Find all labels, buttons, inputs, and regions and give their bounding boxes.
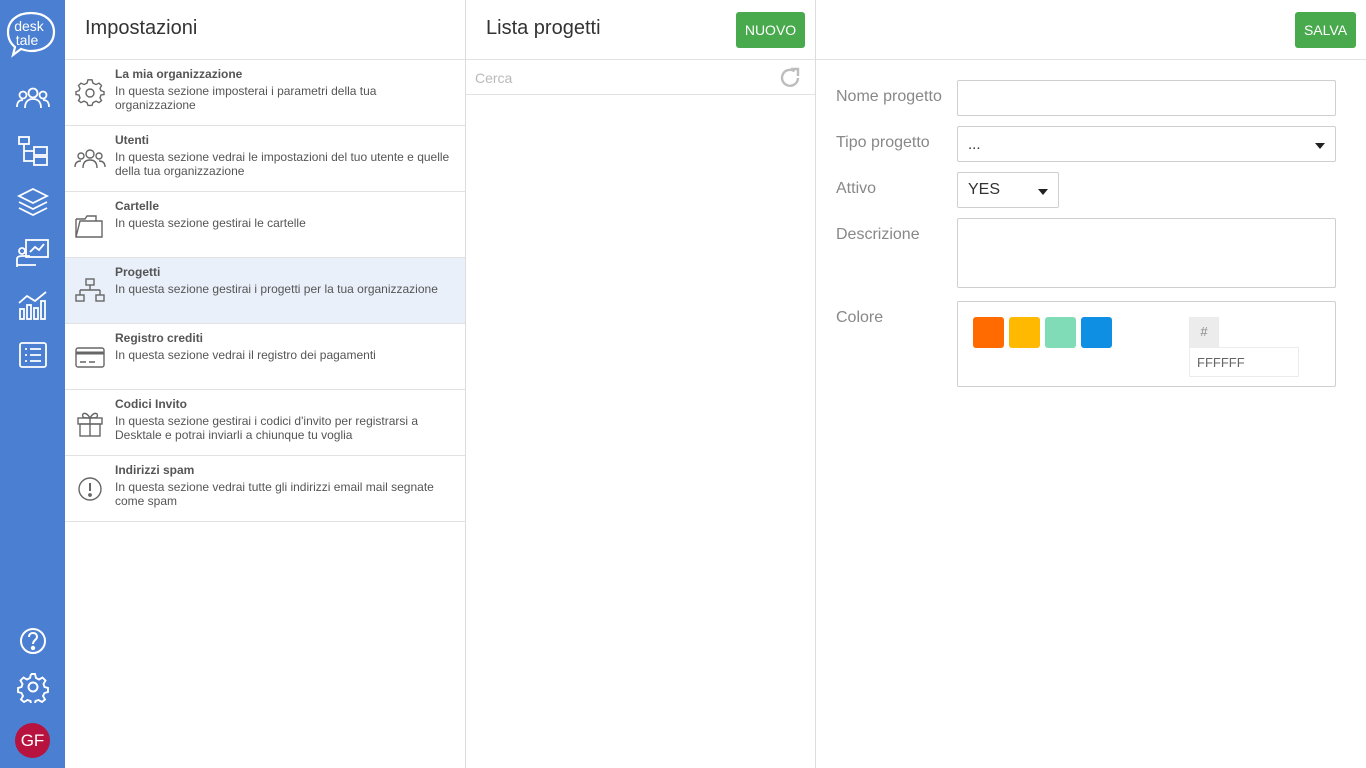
project-name-input[interactable] <box>958 81 1335 115</box>
list-icon[interactable] <box>16 339 50 371</box>
project-name-label: Nome progetto <box>836 88 942 105</box>
layers-icon[interactable] <box>16 186 50 218</box>
color-swatch-mint[interactable] <box>1045 317 1076 348</box>
color-swatch-yellow[interactable] <box>1009 317 1040 348</box>
search-input[interactable] <box>475 68 775 88</box>
settings-item-desc: In questa sezione gestirai i codici d'in… <box>115 414 419 442</box>
active-value: YES <box>968 181 1001 198</box>
settings-item-users[interactable]: Utenti In questa sezione vedrai le impos… <box>65 126 465 192</box>
project-type-select[interactable]: ... <box>957 126 1336 162</box>
app-window: desk tale GF Impostazioni La mia organiz… <box>0 0 1366 768</box>
settings-title: Impostazioni <box>85 17 198 39</box>
projects-panel: Lista progetti NUOVO <box>466 0 816 768</box>
settings-panel: Impostazioni La mia organizzazione In qu… <box>65 0 466 768</box>
settings-item-desc: In questa sezione imposterai i parametri… <box>115 84 377 112</box>
desktale-logo[interactable]: desk tale <box>5 10 57 58</box>
projects-header: Lista progetti NUOVO <box>466 0 815 60</box>
sitemap-icon <box>74 276 106 306</box>
help-icon[interactable] <box>16 625 50 657</box>
settings-item-desc: In questa sezione vedrai il registro dei… <box>115 348 376 362</box>
settings-item-title: Progetti <box>115 265 161 279</box>
users-icon <box>74 144 106 174</box>
settings-item-projects[interactable]: Progetti In questa sezione gestirai i pr… <box>65 258 465 324</box>
new-project-button[interactable]: NUOVO <box>736 12 805 48</box>
folder-icon <box>74 210 106 240</box>
logo-text-bottom: tale <box>16 32 39 48</box>
chevron-down-icon <box>1315 143 1325 149</box>
settings-item-organization[interactable]: La mia organizzazione In questa sezione … <box>65 60 465 126</box>
settings-header: Impostazioni <box>65 0 465 60</box>
hex-color-input[interactable] <box>1189 347 1299 377</box>
users-icon[interactable] <box>16 83 50 115</box>
color-picker: # <box>957 301 1336 387</box>
settings-item-desc: In questa sezione gestirai i progetti pe… <box>115 282 438 296</box>
alert-circle-icon <box>74 474 106 504</box>
active-select[interactable]: YES <box>957 172 1059 208</box>
color-swatch-blue[interactable] <box>1081 317 1112 348</box>
folder-tree-icon[interactable] <box>16 134 50 166</box>
project-detail-panel: SALVA Nome progetto Tipo progetto ... At… <box>816 0 1366 768</box>
projects-title: Lista progetti <box>486 17 601 39</box>
analytics-icon[interactable] <box>16 289 50 321</box>
settings-item-desc: In questa sezione vedrai tutte gli indir… <box>115 480 434 508</box>
settings-item-credit-register[interactable]: Registro crediti In questa sezione vedra… <box>65 324 465 390</box>
settings-item-desc: In questa sezione vedrai le impostazioni… <box>115 150 450 178</box>
project-type-label: Tipo progetto <box>836 134 930 151</box>
project-name-field-wrap <box>957 80 1336 116</box>
search-bar <box>466 60 815 95</box>
settings-item-title: Codici Invito <box>115 397 187 411</box>
gear-icon[interactable] <box>16 671 50 705</box>
description-textarea[interactable] <box>958 219 1335 287</box>
settings-item-invite-codes[interactable]: Codici Invito In questa sezione gestirai… <box>65 390 465 456</box>
description-label: Descrizione <box>836 226 920 243</box>
color-label: Colore <box>836 309 884 326</box>
settings-item-folders[interactable]: Cartelle In questa sezione gestirai le c… <box>65 192 465 258</box>
settings-list: La mia organizzazione In questa sezione … <box>65 60 465 522</box>
projects-list <box>466 95 815 767</box>
credit-card-icon <box>74 342 106 372</box>
settings-item-title: Utenti <box>115 133 149 147</box>
user-avatar[interactable]: GF <box>15 723 50 758</box>
settings-item-title: Indirizzi spam <box>115 463 195 477</box>
description-field-wrap <box>957 218 1336 288</box>
save-button[interactable]: SALVA <box>1295 12 1356 48</box>
settings-item-title: La mia organizzazione <box>115 67 243 81</box>
gift-icon <box>74 408 106 438</box>
settings-item-title: Registro crediti <box>115 331 204 345</box>
settings-item-title: Cartelle <box>115 199 160 213</box>
gear-icon <box>74 78 106 108</box>
color-swatch-orange[interactable] <box>973 317 1004 348</box>
active-label: Attivo <box>836 180 877 197</box>
presentation-icon[interactable] <box>16 237 50 269</box>
hex-hash-label: # <box>1189 317 1219 347</box>
settings-item-desc: In questa sezione gestirai le cartelle <box>115 216 306 230</box>
project-type-value: ... <box>968 136 981 153</box>
detail-header: SALVA <box>816 0 1366 60</box>
refresh-icon[interactable] <box>778 66 802 90</box>
left-rail: desk tale GF <box>0 0 65 768</box>
chevron-down-icon <box>1038 189 1048 195</box>
settings-item-spam-addresses[interactable]: Indirizzi spam In questa sezione vedrai … <box>65 456 465 522</box>
